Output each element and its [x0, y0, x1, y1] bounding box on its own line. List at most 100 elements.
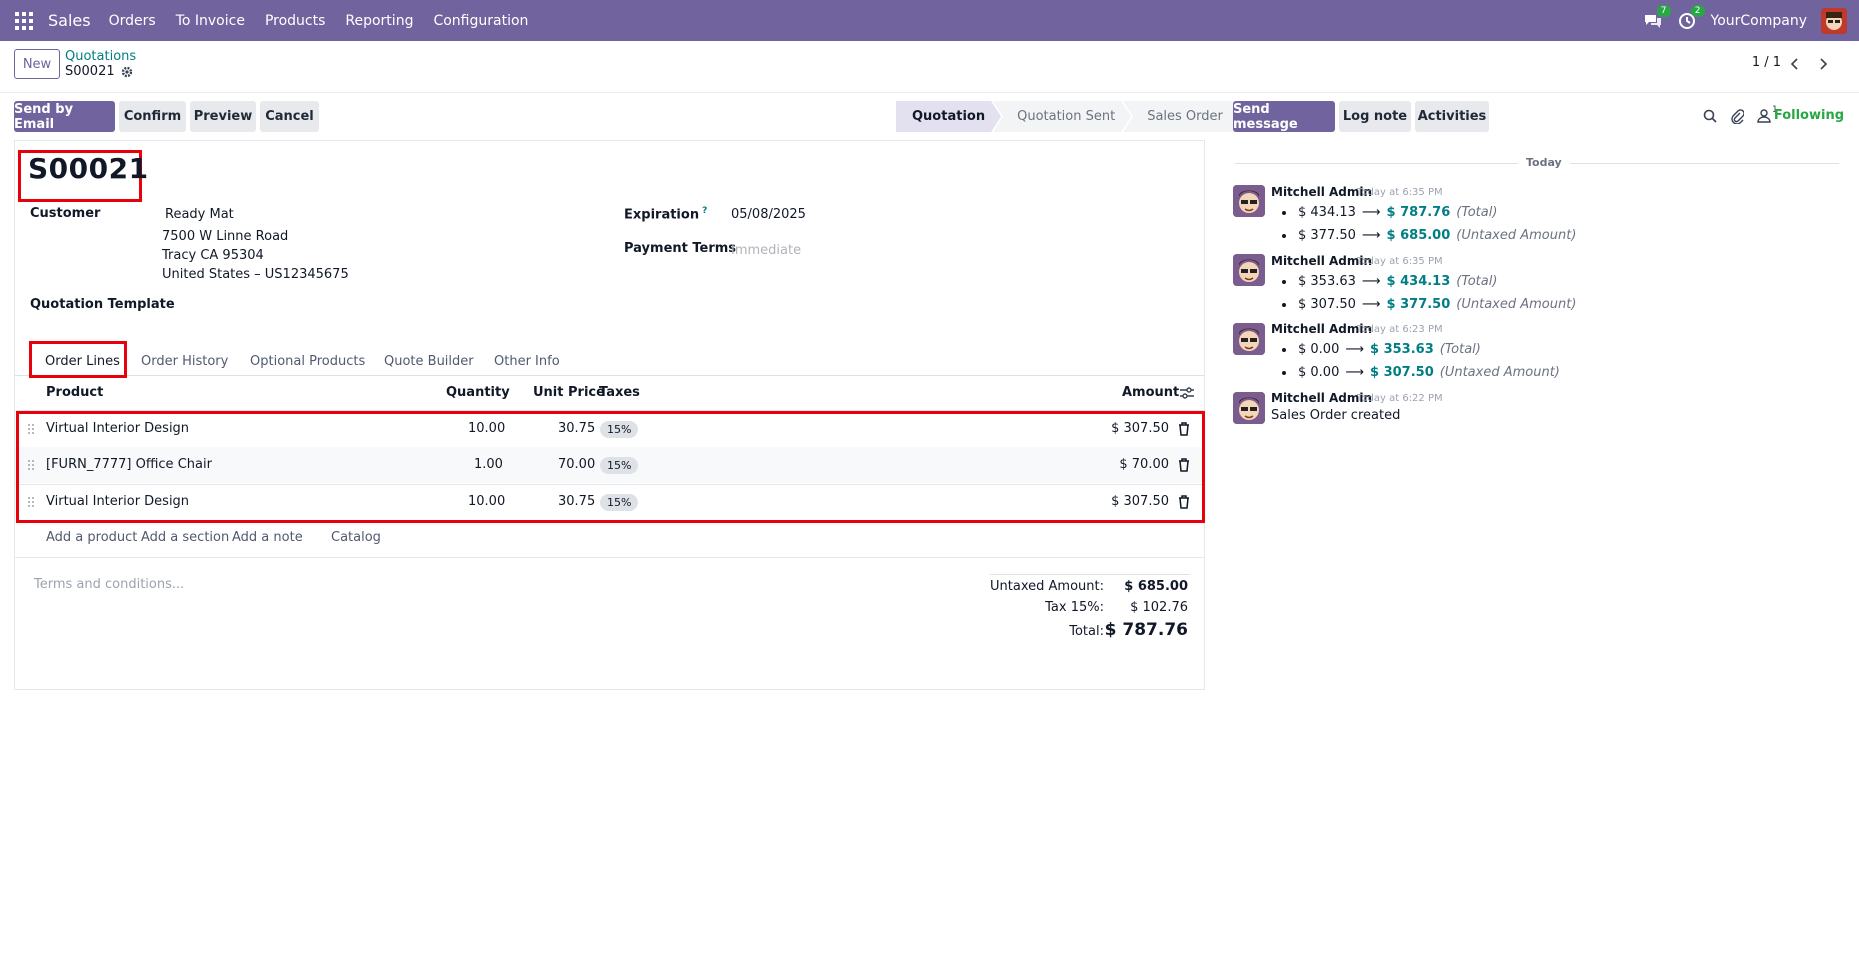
pager-value[interactable]: 1 / 1 — [1752, 55, 1781, 70]
control-panel-divider — [0, 92, 1859, 93]
cancel-button[interactable]: Cancel — [260, 101, 319, 132]
expiration-help-icon[interactable]: ? — [702, 206, 707, 216]
stage-sales-order[interactable]: Sales Order — [1123, 101, 1239, 132]
tracking-value-line: $ 0.00 ⟶ $ 353.63 (Total) — [1282, 342, 1481, 357]
stage-quotation-sent[interactable]: Quotation Sent — [993, 101, 1131, 132]
new-value: $ 307.50 — [1370, 365, 1434, 380]
totals-divider — [990, 574, 1190, 575]
optional-columns-icon[interactable] — [1180, 387, 1194, 399]
message-time: Today at 6:35 PM — [1357, 256, 1443, 267]
field-name: (Untaxed Amount) — [1456, 228, 1577, 243]
column-header-amount[interactable]: Amount — [1122, 385, 1179, 400]
add-product-link[interactable]: Add a product — [46, 530, 137, 545]
customer-address-line-3: United States – US12345675 — [162, 267, 349, 282]
total-label: Total: — [1069, 624, 1104, 639]
pager-previous-button[interactable] — [1781, 50, 1807, 78]
company-switcher[interactable]: YourCompany — [1711, 13, 1808, 29]
customer-label: Customer — [30, 206, 101, 221]
tabs-underline — [15, 375, 1204, 376]
column-header-product[interactable]: Product — [46, 385, 103, 400]
field-name: (Untaxed Amount) — [1456, 297, 1577, 312]
avatar[interactable] — [1233, 323, 1265, 355]
send-message-button[interactable]: Send message — [1233, 101, 1335, 132]
old-value: $ 377.50 — [1298, 228, 1356, 243]
tax-label: Tax 15%: — [1045, 600, 1104, 615]
expiration-label-text: Expiration — [624, 207, 700, 223]
pager-next-button[interactable] — [1811, 50, 1837, 78]
expiration-label: Expiration? — [624, 206, 707, 222]
user-icon — [1757, 109, 1771, 123]
new-value: $ 377.50 — [1386, 297, 1451, 312]
arrow-right-icon: ⟶ — [1361, 274, 1381, 289]
following-button[interactable]: Following — [1774, 108, 1844, 123]
new-button[interactable]: New — [14, 49, 60, 79]
total-value: $ 787.76 — [1104, 620, 1188, 640]
menu-configuration[interactable]: Configuration — [433, 13, 528, 29]
avatar[interactable] — [1233, 254, 1265, 286]
message-time: Today at 6:22 PM — [1357, 393, 1443, 404]
column-header-taxes[interactable]: Taxes — [599, 385, 640, 400]
message-time: Today at 6:23 PM — [1357, 324, 1443, 335]
activities-icon[interactable]: 2 — [1677, 4, 1705, 31]
arrow-right-icon: ⟶ — [1361, 205, 1381, 220]
untaxed-amount-value: $ 685.00 — [1124, 579, 1188, 594]
breadcrumb-current-label: S00021 — [65, 64, 115, 79]
stage-quotation[interactable]: Quotation — [896, 101, 1001, 132]
tab-order-lines[interactable]: Order Lines — [45, 347, 120, 375]
add-note-link[interactable]: Add a note — [232, 530, 303, 545]
bullet — [1282, 233, 1286, 238]
user-avatar[interactable] — [1821, 7, 1847, 34]
menu-products[interactable]: Products — [265, 13, 325, 29]
avatar[interactable] — [1233, 392, 1265, 424]
menu-to-invoice[interactable]: To Invoice — [176, 13, 245, 29]
field-name: (Total) — [1439, 342, 1481, 357]
log-note-button[interactable]: Log note — [1339, 101, 1411, 132]
preview-button[interactable]: Preview — [190, 101, 256, 132]
tracking-value-line: $ 307.50 ⟶ $ 377.50 (Untaxed Amount) — [1282, 297, 1576, 312]
menu-reporting[interactable]: Reporting — [345, 13, 413, 29]
new-value: $ 787.76 — [1386, 205, 1451, 220]
message-time: Today at 6:35 PM — [1357, 187, 1443, 198]
old-value: $ 0.00 — [1298, 365, 1340, 380]
arrow-right-icon: ⟶ — [1345, 342, 1364, 357]
app-name[interactable]: Sales — [48, 11, 91, 30]
table-bottom-separator — [15, 557, 1204, 558]
tab-optional-products[interactable]: Optional Products — [250, 347, 365, 375]
activities-button[interactable]: Activities — [1415, 101, 1489, 132]
arrow-right-icon: ⟶ — [1361, 228, 1381, 243]
breadcrumb-quotations[interactable]: Quotations — [65, 49, 136, 64]
messages-icon[interactable]: 7 — [1643, 4, 1671, 31]
bullet — [1282, 210, 1286, 215]
top-navbar: Sales Orders To Invoice Products Reporti… — [0, 0, 1859, 41]
terms-and-conditions-field[interactable]: Terms and conditions... — [34, 577, 184, 592]
old-value: $ 434.13 — [1298, 205, 1356, 220]
tracking-value-line: $ 353.63 ⟶ $ 434.13 (Total) — [1282, 274, 1497, 289]
column-header-quantity[interactable]: Quantity — [446, 385, 510, 400]
column-header-unit-price[interactable]: Unit Price — [533, 385, 605, 400]
send-by-email-button[interactable]: Send by Email — [14, 101, 115, 132]
customer-name-field[interactable]: Ready Mat — [165, 207, 234, 222]
confirm-button[interactable]: Confirm — [119, 101, 186, 132]
add-section-link[interactable]: Add a section — [141, 530, 229, 545]
expiration-field[interactable]: 05/08/2025 — [731, 207, 806, 222]
gear-icon[interactable] — [121, 66, 133, 78]
tab-other-info[interactable]: Other Info — [494, 347, 560, 375]
tracking-value-line: $ 434.13 ⟶ $ 787.76 (Total) — [1282, 205, 1497, 220]
payment-terms-field[interactable]: Immediate — [731, 243, 801, 258]
chevron-left-icon — [1790, 58, 1798, 70]
tab-order-history[interactable]: Order History — [141, 347, 228, 375]
message-body: Sales Order created — [1271, 408, 1401, 423]
avatar[interactable] — [1233, 185, 1265, 217]
search-icon[interactable] — [1703, 109, 1717, 123]
field-name: (Total) — [1456, 274, 1498, 289]
paperclip-icon[interactable] — [1730, 108, 1744, 124]
quotation-template-label: Quotation Template — [30, 297, 175, 312]
order-lines-highlight-box — [16, 411, 1205, 523]
chevron-right-icon — [1820, 58, 1828, 70]
catalog-link[interactable]: Catalog — [331, 530, 381, 545]
apps-menu-icon[interactable] — [14, 11, 34, 31]
menu-orders[interactable]: Orders — [109, 13, 156, 29]
tab-quote-builder[interactable]: Quote Builder — [384, 347, 474, 375]
field-name: (Untaxed Amount) — [1439, 365, 1560, 380]
arrow-right-icon: ⟶ — [1361, 297, 1381, 312]
